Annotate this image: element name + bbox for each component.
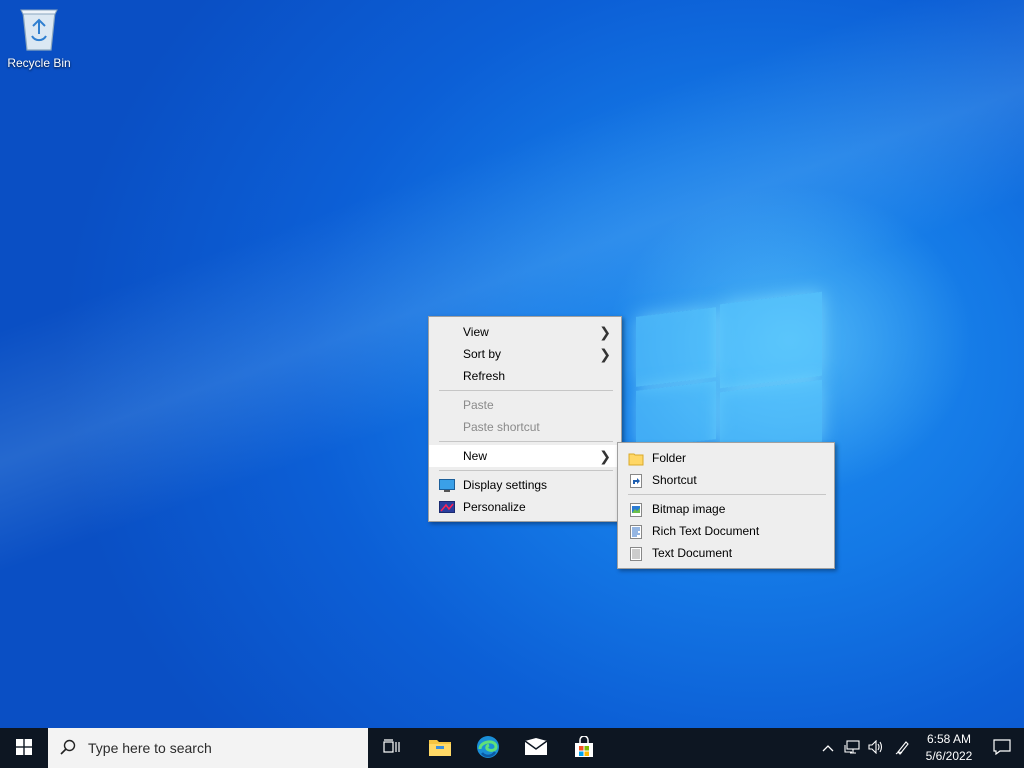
bitmap-image-icon: [628, 502, 644, 517]
file-explorer-button[interactable]: [416, 728, 464, 768]
recycle-bin-icon: [17, 6, 61, 52]
chevron-right-icon: ❯: [599, 324, 611, 340]
display-settings-icon: [439, 478, 455, 492]
menu-item-text-document[interactable]: Text Document: [618, 542, 834, 564]
menu-item-sort-by[interactable]: Sort by ❯: [429, 343, 621, 365]
show-hidden-icons-button[interactable]: [816, 728, 840, 768]
windows-start-icon: [16, 738, 32, 758]
rich-text-document-icon: [628, 524, 644, 539]
menu-item-display-settings[interactable]: Display settings: [429, 474, 621, 496]
network-icon: [844, 739, 860, 757]
menu-item-label: New: [463, 449, 488, 463]
taskbar: Type here to search 6:58 AM 5/6/2022: [0, 728, 1024, 768]
menu-item-label: Folder: [652, 451, 687, 465]
taskbar-search-box[interactable]: Type here to search: [48, 728, 368, 768]
action-center-button[interactable]: [980, 728, 1024, 768]
menu-item-label: Paste shortcut: [463, 420, 540, 434]
clock-time: 6:58 AM: [926, 732, 972, 746]
menu-separator: [439, 441, 613, 442]
menu-item-label: Sort by: [463, 347, 502, 361]
system-tray: 6:58 AM 5/6/2022: [816, 728, 1024, 768]
search-icon: [60, 739, 76, 758]
start-button[interactable]: [0, 728, 48, 768]
menu-item-label: Personalize: [463, 500, 526, 514]
personalize-icon: [439, 500, 455, 514]
menu-item-rich-text-document[interactable]: Rich Text Document: [618, 520, 834, 542]
text-document-icon: [628, 546, 644, 561]
menu-item-label: Shortcut: [652, 473, 697, 487]
menu-item-label: Refresh: [463, 369, 506, 383]
folder-icon: [628, 451, 644, 466]
clock-date: 5/6/2022: [925, 749, 973, 763]
volume-button[interactable]: [864, 728, 888, 768]
menu-item-view[interactable]: View ❯: [429, 321, 621, 343]
edge-button[interactable]: [464, 728, 512, 768]
menu-item-shortcut[interactable]: Shortcut: [618, 469, 834, 491]
file-explorer-icon: [428, 737, 452, 760]
shortcut-icon: [628, 473, 644, 488]
new-submenu: Folder Shortcut Bitmap image Rich Text D…: [617, 442, 835, 569]
desktop-icon-label: Recycle Bin: [7, 56, 71, 70]
mail-button[interactable]: [512, 728, 560, 768]
taskbar-clock[interactable]: 6:58 AM 5/6/2022: [918, 731, 980, 765]
pen-workspace-button[interactable]: [888, 728, 918, 768]
desktop-icon-recycle-bin[interactable]: Recycle Bin: [4, 6, 74, 70]
volume-icon: [868, 739, 884, 757]
menu-item-label: View: [463, 325, 489, 339]
desktop-context-menu: View ❯ Sort by ❯ Refresh Paste Paste sho…: [428, 316, 622, 522]
desktop[interactable]: Recycle Bin View ❯ Sort by ❯ Refresh Pas…: [0, 0, 1024, 728]
menu-item-bitmap-image[interactable]: Bitmap image: [618, 498, 834, 520]
menu-item-label: Display settings: [463, 478, 548, 492]
notification-icon: [993, 738, 1011, 758]
menu-separator: [439, 390, 613, 391]
task-view-icon: [383, 738, 401, 758]
menu-item-folder[interactable]: Folder: [618, 447, 834, 469]
chevron-right-icon: ❯: [599, 346, 611, 362]
mail-icon: [524, 737, 548, 759]
windows-logo-wallpaper: [636, 290, 824, 455]
pen-icon: [895, 739, 911, 758]
menu-separator: [439, 470, 613, 471]
chevron-right-icon: ❯: [599, 448, 611, 464]
menu-item-refresh[interactable]: Refresh: [429, 365, 621, 387]
menu-item-label: Paste: [463, 398, 494, 412]
menu-separator: [628, 494, 826, 495]
menu-item-personalize[interactable]: Personalize: [429, 496, 621, 518]
menu-item-paste[interactable]: Paste: [429, 394, 621, 416]
menu-item-label: Bitmap image: [652, 502, 726, 516]
menu-item-new[interactable]: New ❯: [429, 445, 621, 467]
menu-item-label: Text Document: [652, 546, 733, 560]
menu-item-label: Rich Text Document: [652, 524, 760, 538]
menu-item-paste-shortcut[interactable]: Paste shortcut: [429, 416, 621, 438]
task-view-button[interactable]: [368, 728, 416, 768]
edge-icon: [476, 735, 500, 762]
network-button[interactable]: [840, 728, 864, 768]
store-button[interactable]: [560, 728, 608, 768]
store-icon: [573, 734, 595, 761]
show-hidden-icons-chevron-icon: [822, 741, 834, 755]
search-placeholder: Type here to search: [88, 740, 212, 756]
